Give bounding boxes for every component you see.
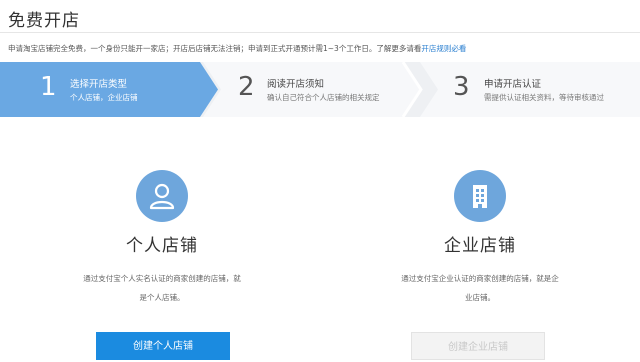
- create-enterprise-shop-button[interactable]: 创建企业店铺: [411, 332, 545, 360]
- personal-shop-label: 个人店铺: [126, 236, 198, 256]
- step-3-number: 3: [453, 72, 470, 102]
- notice-text: 申请淘宝店铺完全免费，一个身份只能开一家店；开店后店铺无法注销；申请到正式开通预…: [8, 43, 466, 54]
- step-2-number: 2: [238, 72, 255, 102]
- personal-shop-desc: 通过支付宝个人实名认证的商家创建的店铺，就是个人店铺。: [83, 274, 241, 302]
- step-1-number: 1: [40, 72, 57, 102]
- step-3-name: 申请开店认证: [484, 79, 542, 90]
- step-1: 1 选择开店类型 个人店铺，企业店铺: [0, 62, 220, 117]
- title-divider: [0, 32, 640, 33]
- enterprise-shop-label: 企业店铺: [444, 236, 516, 256]
- person-icon: [136, 170, 188, 222]
- enterprise-shop-desc: 通过支付宝企业认证的商家创建的店铺，就是企业店铺。: [401, 274, 559, 302]
- building-icon: [454, 170, 506, 222]
- step-2: 2 阅读开店须知 确认自己符合个人店铺的相关规定: [203, 62, 423, 117]
- step-3-desc: 需提供认证相关资料，等待审核通过: [484, 93, 604, 102]
- rules-link[interactable]: 开店规则必看: [421, 44, 466, 53]
- notice-body: 申请淘宝店铺完全免费，一个身份只能开一家店；开店后店铺无法注销；申请到正式开通预…: [8, 44, 422, 53]
- step-2-desc: 确认自己符合个人店铺的相关规定: [267, 93, 380, 102]
- enterprise-shop-card: 企业店铺 通过支付宝企业认证的商家创建的店铺，就是企业店铺。: [365, 170, 595, 307]
- step-1-desc: 个人店铺，企业店铺: [70, 93, 138, 102]
- personal-shop-card: 个人店铺 通过支付宝个人实名认证的商家创建的店铺，就是个人店铺。: [47, 170, 277, 307]
- page-title: 免费开店: [8, 11, 80, 31]
- step-1-name: 选择开店类型: [70, 79, 128, 90]
- step-2-name: 阅读开店须知: [267, 79, 325, 90]
- step-3: 3 申请开店认证 需提供认证相关资料，等待审核通过: [420, 62, 640, 117]
- step-progress-bar: 1 选择开店类型 个人店铺，企业店铺 2 阅读开店须知 确认自己符合个人店铺的相…: [0, 62, 640, 117]
- create-personal-shop-button[interactable]: 创建个人店铺: [96, 332, 230, 360]
